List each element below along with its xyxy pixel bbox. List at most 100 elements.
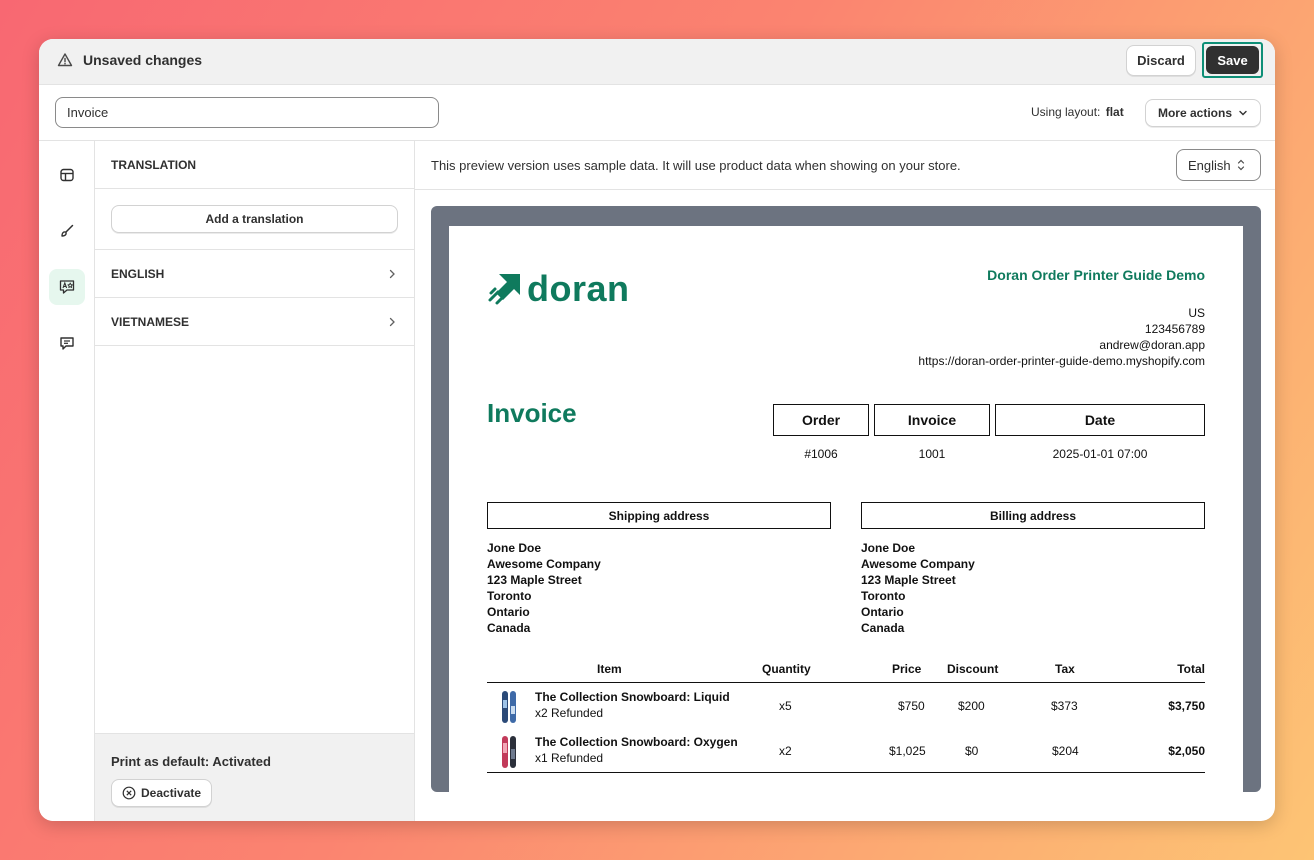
- column-item: Item: [597, 662, 622, 676]
- items-table-header: Item Quantity Price Discount Tax Total: [487, 661, 1205, 683]
- meta-header-date: Date: [995, 404, 1205, 436]
- chevron-right-icon: [389, 269, 395, 278]
- preview-language-value: English: [1188, 157, 1231, 173]
- item-total: $3,750: [1168, 699, 1205, 713]
- product-refund-note: x1 Refunded: [535, 751, 604, 765]
- meta-value-date: 2025-01-01 07:00: [1052, 447, 1148, 461]
- template-toolbar: Using layout: flat More actions: [39, 85, 1275, 141]
- item-discount: $0: [965, 744, 979, 758]
- shop-country: US: [1188, 306, 1205, 320]
- invoice-document: doran Doran Order Printer Guide Demo US …: [449, 226, 1243, 792]
- item-price: $1,025: [889, 744, 926, 758]
- layout-icon: [60, 168, 74, 182]
- preview-language-select[interactable]: English: [1176, 149, 1261, 181]
- product-name: The Collection Snowboard: Oxygen: [535, 735, 738, 749]
- address-line: Canada: [487, 621, 531, 635]
- add-translation-button[interactable]: Add a translation: [111, 205, 398, 233]
- column-total: Total: [1177, 662, 1205, 676]
- billing-address-header: Billing address: [861, 502, 1205, 529]
- doran-logo-text: doran: [527, 268, 630, 309]
- address-line: 123 Maple Street: [487, 573, 582, 587]
- preview-frame: doran Doran Order Printer Guide Demo US …: [431, 206, 1261, 792]
- billing-address: Jone Doe Awesome Company 123 Maple Stree…: [861, 540, 975, 636]
- more-actions-label: More actions: [1157, 106, 1232, 120]
- unsaved-changes-bar: Unsaved changes Discard Save: [39, 39, 1275, 85]
- preview-note: This preview version uses sample data. I…: [431, 158, 961, 173]
- invoice-title: Invoice: [487, 398, 577, 428]
- table-row: The Collection Snowboard: Liquid x2 Refu…: [487, 686, 1205, 730]
- chevron-right-icon: [389, 317, 395, 326]
- rail-comments-button[interactable]: [49, 325, 85, 361]
- address-line: Toronto: [861, 589, 906, 603]
- deactivate-button[interactable]: Deactivate: [111, 779, 213, 807]
- deactivate-label: Deactivate: [141, 786, 202, 800]
- address-line: Jone Doe: [487, 541, 542, 555]
- address-line: Ontario: [487, 605, 530, 619]
- product-thumbnail: [502, 736, 516, 768]
- items-table-bottom-rule: [487, 772, 1205, 773]
- product-thumbnail: [502, 691, 516, 723]
- column-tax: Tax: [1055, 662, 1075, 676]
- icon-rail: [39, 141, 95, 821]
- meta-header-order: Order: [773, 404, 869, 436]
- item-total: $2,050: [1168, 744, 1205, 758]
- shipping-address: Jone Doe Awesome Company 123 Maple Stree…: [487, 540, 601, 636]
- brush-icon: [61, 224, 74, 237]
- column-discount: Discount: [947, 662, 999, 676]
- doran-logo: doran: [487, 268, 630, 310]
- save-button-focus-ring: Save: [1202, 42, 1263, 78]
- shop-url: https://doran-order-printer-guide-demo.m…: [918, 354, 1205, 368]
- column-price: Price: [892, 662, 922, 676]
- shop-name: Doran Order Printer Guide Demo: [987, 267, 1205, 283]
- template-name-input[interactable]: [55, 97, 439, 128]
- address-line: Jone Doe: [861, 541, 916, 555]
- language-item-english[interactable]: ENGLISH: [95, 250, 414, 298]
- column-quantity: Quantity: [762, 662, 811, 676]
- rail-translation-button[interactable]: [49, 269, 85, 305]
- meta-value-invoice: 1001: [918, 447, 946, 461]
- product-refund-note: x2 Refunded: [535, 706, 604, 720]
- translation-heading: TRANSLATION: [95, 141, 414, 189]
- language-label: ENGLISH: [111, 266, 165, 281]
- editor-window: Unsaved changes Discard Save Using layou…: [39, 39, 1275, 821]
- language-label: VIETNAMESE: [111, 314, 190, 329]
- translate-icon: [59, 280, 75, 294]
- item-quantity: x5: [779, 699, 792, 713]
- item-tax: $204: [1052, 744, 1079, 758]
- layout-label: Using layout:: [1031, 105, 1101, 119]
- translation-panel: TRANSLATION Add a translation ENGLISH VI…: [95, 141, 415, 821]
- language-item-vietnamese[interactable]: VIETNAMESE: [95, 298, 414, 346]
- select-arrows-icon: [1237, 159, 1244, 171]
- more-actions-button[interactable]: More actions: [1145, 99, 1261, 127]
- table-row: The Collection Snowboard: Oxygen x1 Refu…: [487, 731, 1205, 775]
- item-discount: $200: [958, 699, 985, 713]
- save-button[interactable]: Save: [1206, 46, 1259, 74]
- address-line: Toronto: [487, 589, 532, 603]
- rail-layout-button[interactable]: [49, 157, 85, 193]
- address-line: Ontario: [861, 605, 904, 619]
- warning-icon: [57, 53, 73, 67]
- comment-icon: [60, 337, 74, 350]
- layout-indicator: Using layout: flat: [1031, 105, 1124, 119]
- item-price: $750: [898, 699, 925, 713]
- item-quantity: x2: [779, 744, 792, 758]
- product-name: The Collection Snowboard: Liquid: [535, 690, 730, 704]
- shop-info: US 123456789 andrew@doran.app https://do…: [918, 305, 1205, 369]
- unsaved-changes-title: Unsaved changes: [83, 52, 203, 68]
- address-line: 123 Maple Street: [861, 573, 956, 587]
- item-tax: $373: [1051, 699, 1078, 713]
- print-default-section: Print as default: Activated Deactivate: [95, 733, 414, 821]
- meta-header-invoice: Invoice: [874, 404, 990, 436]
- address-line: Canada: [861, 621, 905, 635]
- shop-phone: 123456789: [1144, 322, 1205, 336]
- preview-header: This preview version uses sample data. I…: [415, 141, 1275, 190]
- circle-x-icon: [122, 786, 136, 800]
- doran-logo-icon: [488, 274, 520, 305]
- rail-style-button[interactable]: [49, 213, 85, 249]
- address-line: Awesome Company: [487, 557, 601, 571]
- shipping-address-header: Shipping address: [487, 502, 831, 529]
- chevron-down-icon: [1239, 110, 1247, 116]
- discard-button[interactable]: Discard: [1126, 45, 1196, 76]
- shop-email: andrew@doran.app: [1099, 338, 1205, 352]
- address-line: Awesome Company: [861, 557, 975, 571]
